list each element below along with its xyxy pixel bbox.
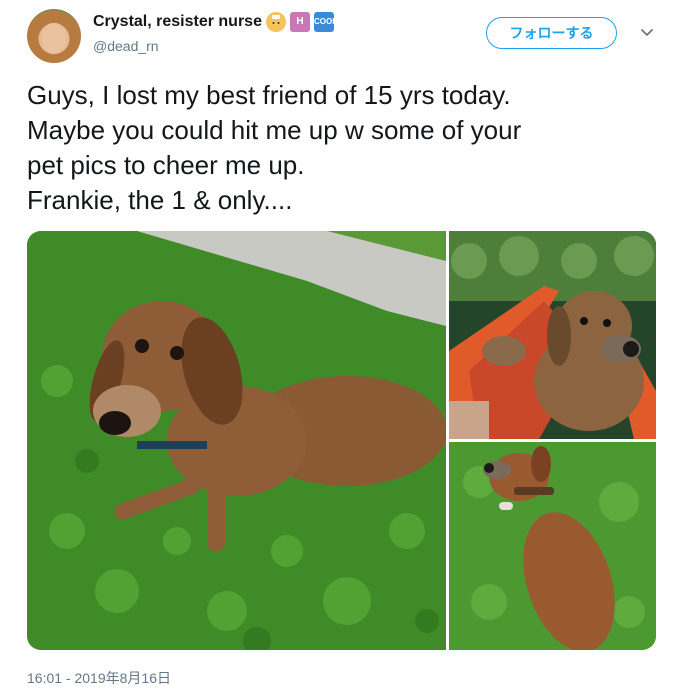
photo-dog-on-grass[interactable] [27, 231, 446, 650]
avatar-face [42, 23, 66, 53]
media-grid [27, 231, 656, 650]
chevron-down-icon[interactable] [640, 26, 654, 40]
avatar[interactable] [27, 9, 81, 63]
user-handle[interactable]: @dead_rn [93, 38, 159, 54]
user-name-row: Crystal, resister nurse H COOL [93, 12, 337, 32]
tweet-timestamp[interactable]: 16:01 - 2019年8月16日 [27, 668, 171, 688]
cool-emoji-icon: COOL [313, 12, 337, 32]
tweet-line: pet pics to cheer me up. [27, 150, 305, 180]
hospital-emoji-icon: H [289, 12, 310, 32]
follow-button[interactable]: フォローする [486, 17, 617, 49]
tweet-line: Frankie, the 1 & only.... [27, 185, 293, 215]
photo-dog-from-above[interactable] [449, 442, 656, 650]
display-name[interactable]: Crystal, resister nurse [93, 13, 262, 31]
nurse-emoji-icon [265, 12, 286, 32]
tweet-line: Maybe you could hit me up w some of your [27, 115, 522, 145]
photo-dog-in-kayak[interactable] [449, 231, 656, 439]
tweet-text: Guys, I lost my best friend of 15 yrs to… [27, 78, 657, 218]
tweet-line: Guys, I lost my best friend of 15 yrs to… [27, 80, 511, 110]
